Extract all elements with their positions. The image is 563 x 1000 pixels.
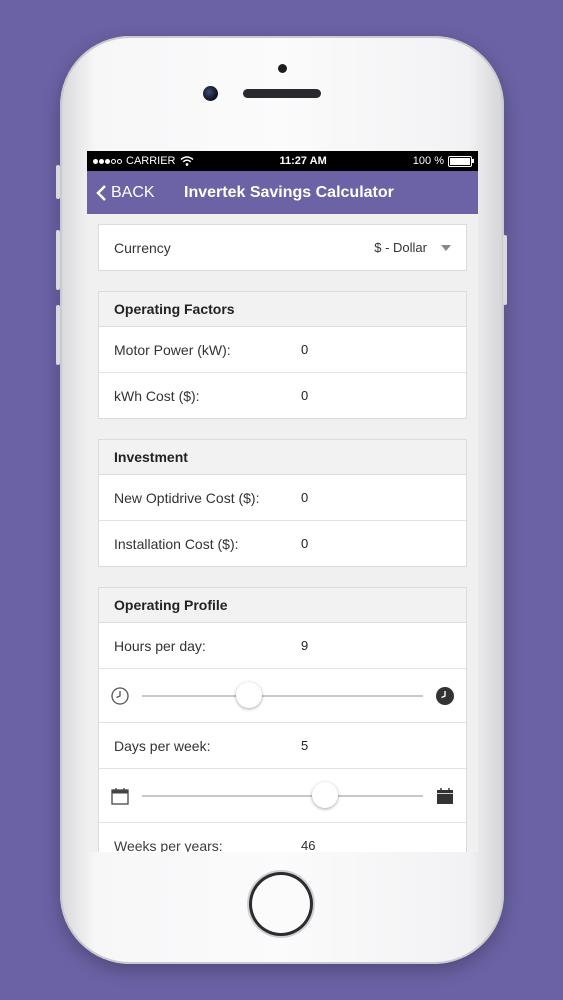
status-bar: CARRIER 11:27 AM 100 % — [87, 151, 478, 171]
hours-slider-thumb[interactable] — [235, 681, 262, 708]
weeks-per-year-field[interactable]: Weeks per years: 46 — [99, 823, 466, 853]
form-content[interactable]: Currency $ - Dollar Operating Factors Mo… — [87, 214, 478, 852]
days-slider-row — [99, 769, 466, 823]
home-button[interactable] — [252, 875, 310, 933]
days-per-week-value[interactable]: 5 — [301, 738, 308, 753]
optidrive-cost-label: New Optidrive Cost ($): — [114, 489, 260, 506]
hours-per-day-label: Hours per day: — [114, 637, 206, 654]
proximity-sensor — [278, 64, 287, 73]
weeks-per-year-value[interactable]: 46 — [301, 838, 315, 852]
battery-percent: 100 % — [412, 155, 444, 167]
days-slider[interactable] — [142, 781, 423, 808]
back-button[interactable]: BACK — [87, 184, 155, 202]
hours-slider-row — [99, 669, 466, 723]
phone-screen: CARRIER 11:27 AM 100 % BACK Invertek Sav… — [87, 151, 478, 852]
currency-value: $ - Dollar — [374, 240, 427, 255]
signal-strength-icon — [93, 158, 122, 164]
days-slider-thumb[interactable] — [311, 781, 338, 808]
kwh-cost-field[interactable]: kWh Cost ($): 0 — [99, 373, 466, 418]
volume-down-button — [56, 305, 60, 365]
power-button — [503, 235, 507, 305]
motor-power-label: Motor Power (kW): — [114, 341, 231, 358]
optidrive-cost-value[interactable]: 0 — [301, 490, 308, 505]
days-per-week-field[interactable]: Days per week: 5 — [99, 723, 466, 769]
dropdown-caret-icon — [441, 244, 451, 251]
investment-card: Investment New Optidrive Cost ($): 0 Ins… — [98, 439, 467, 567]
installation-cost-value[interactable]: 0 — [301, 536, 308, 551]
calendar-filled-icon — [437, 787, 453, 804]
currency-label: Currency — [114, 239, 171, 256]
section-header-operating-factors: Operating Factors — [99, 292, 466, 327]
currency-card: Currency $ - Dollar — [98, 224, 467, 271]
volume-up-button — [56, 230, 60, 290]
hours-per-day-field[interactable]: Hours per day: 9 — [99, 623, 466, 669]
operating-factors-card: Operating Factors Motor Power (kW): 0 kW… — [98, 291, 467, 419]
clock-outline-icon — [111, 686, 129, 705]
section-header-operating-profile: Operating Profile — [99, 588, 466, 623]
earpiece-speaker — [243, 89, 321, 98]
installation-cost-label: Installation Cost ($): — [114, 535, 239, 552]
front-camera — [203, 86, 218, 101]
hours-slider[interactable] — [142, 681, 423, 708]
navigation-bar: BACK Invertek Savings Calculator — [87, 171, 478, 214]
days-per-week-label: Days per week: — [114, 737, 211, 754]
weeks-per-year-label: Weeks per years: — [114, 837, 223, 853]
motor-power-value[interactable]: 0 — [301, 342, 308, 357]
battery-icon — [447, 155, 474, 167]
status-time: 11:27 AM — [279, 155, 327, 167]
calendar-outline-icon — [111, 787, 129, 805]
clock-filled-icon — [436, 686, 454, 705]
kwh-cost-label: kWh Cost ($): — [114, 387, 200, 404]
currency-select[interactable]: Currency $ - Dollar — [99, 225, 466, 270]
hours-per-day-value[interactable]: 9 — [301, 638, 308, 653]
kwh-cost-value[interactable]: 0 — [301, 388, 308, 403]
optidrive-cost-field[interactable]: New Optidrive Cost ($): 0 — [99, 475, 466, 521]
motor-power-field[interactable]: Motor Power (kW): 0 — [99, 327, 466, 373]
mute-switch — [56, 165, 60, 199]
page-title: Invertek Savings Calculator — [184, 183, 394, 201]
back-label: BACK — [111, 183, 155, 201]
installation-cost-field[interactable]: Installation Cost ($): 0 — [99, 521, 466, 566]
operating-profile-card: Operating Profile Hours per day: 9 Days … — [98, 587, 467, 852]
wifi-icon — [180, 156, 193, 166]
chevron-left-icon — [96, 184, 106, 201]
carrier-name: CARRIER — [126, 155, 176, 167]
section-header-investment: Investment — [99, 440, 466, 475]
